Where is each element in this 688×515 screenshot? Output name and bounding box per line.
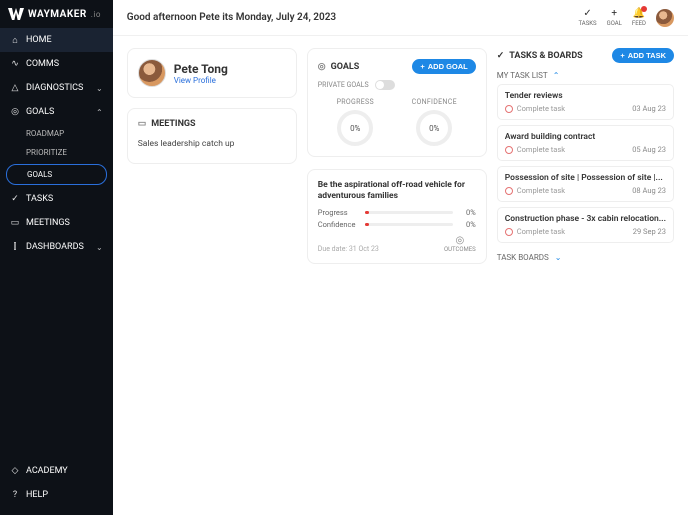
chevron-up-icon: ⌃: [96, 108, 103, 117]
topbar: Good afternoon Pete its Monday, July 24,…: [113, 0, 688, 36]
main: Good afternoon Pete its Monday, July 24,…: [113, 0, 688, 515]
status-dot-icon: [505, 146, 513, 154]
nav-academy[interactable]: ◇ACADEMY: [0, 459, 113, 483]
nav-tasks[interactable]: ✓TASKS: [0, 187, 113, 211]
check-circle-icon: ✓: [583, 8, 591, 19]
meetings-title: MEETINGS: [151, 119, 195, 129]
calendar-icon: ▭: [10, 218, 20, 228]
add-task-button[interactable]: +ADD TASK: [612, 48, 674, 63]
chevron-down-icon: ⌄: [96, 243, 103, 252]
check-icon: ✓: [10, 194, 20, 204]
nav-comms[interactable]: ∿COMMS: [0, 52, 113, 76]
task-item[interactable]: Award building contract Complete task05 …: [497, 125, 674, 161]
activity-icon: ∿: [10, 59, 20, 69]
private-goals-toggle[interactable]: [375, 80, 395, 90]
task-item[interactable]: Possession of site | Possession of site …: [497, 166, 674, 202]
nav-goals-goals[interactable]: GOALS: [6, 164, 107, 185]
meeting-item[interactable]: Sales leadership catch up: [138, 135, 286, 153]
top-tasks[interactable]: ✓TASKS: [578, 8, 596, 27]
outcomes-button[interactable]: ◎OUTCOMES: [444, 235, 476, 253]
confidence-gauge: 0%: [416, 110, 452, 146]
user-avatar[interactable]: [656, 9, 674, 27]
private-goals-label: PRIVATE GOALS: [318, 81, 369, 89]
target-icon: ◎: [456, 235, 465, 246]
plus-icon: +: [620, 51, 624, 60]
nav-meetings[interactable]: ▭MEETINGS: [0, 211, 113, 235]
add-goal-button[interactable]: +ADD GOAL: [412, 59, 475, 74]
brand-name: WAYMAKER: [28, 9, 87, 20]
goals-card: ◎GOALS +ADD GOAL PRIVATE GOALS PROGRESS …: [307, 48, 487, 157]
goal-title: Be the aspirational off-road vehicle for…: [318, 180, 476, 202]
target-icon: ◎: [10, 107, 20, 117]
my-task-list-toggle[interactable]: MY TASK LIST⌃: [497, 71, 674, 80]
nav-goals-prioritize[interactable]: PRIORITIZE: [0, 143, 113, 162]
confidence-bar: [365, 223, 453, 226]
view-profile-link[interactable]: View Profile: [174, 76, 228, 85]
nav-list: ⌂HOME ∿COMMS △DIAGNOSTICS⌄ ◎GOALS⌃ ROADM…: [0, 28, 113, 515]
nav-help[interactable]: ?HELP: [0, 483, 113, 507]
chart-icon: ⫿: [10, 242, 20, 252]
check-circle-icon: ✓: [497, 51, 505, 61]
goals-title: GOALS: [331, 62, 360, 72]
progress-bar: [365, 211, 453, 214]
goal-detail-card: Be the aspirational off-road vehicle for…: [307, 169, 487, 264]
brand-logo[interactable]: WAYMAKER .io: [0, 0, 113, 28]
confidence-label: CONFIDENCE: [412, 98, 457, 106]
nav-dashboards[interactable]: ⫿DASHBOARDS⌄: [0, 235, 113, 259]
help-icon: ?: [10, 490, 20, 500]
target-icon: ◎: [318, 62, 326, 72]
plus-icon: +: [420, 62, 424, 71]
brand-suffix: .io: [91, 10, 101, 19]
greeting-text: Good afternoon Pete its Monday, July 24,…: [127, 12, 336, 23]
calendar-icon: ▭: [138, 119, 147, 129]
nav-diagnostics[interactable]: △DIAGNOSTICS⌄: [0, 76, 113, 100]
chevron-up-icon: ⌃: [553, 71, 560, 80]
status-dot-icon: [505, 187, 513, 195]
status-dot-icon: [505, 228, 513, 236]
profile-card: Pete Tong View Profile: [127, 48, 297, 98]
top-goal[interactable]: +GOAL: [607, 8, 622, 27]
shield-icon: ◇: [10, 466, 20, 476]
task-item[interactable]: Construction phase - 3x cabin relocation…: [497, 207, 674, 243]
tasks-title: TASKS & BOARDS: [509, 51, 582, 61]
logo-icon: [8, 8, 24, 20]
profile-avatar: [138, 59, 166, 87]
progress-gauge: 0%: [337, 110, 373, 146]
meetings-card: ▭ MEETINGS Sales leadership catch up: [127, 108, 297, 164]
plus-icon: +: [611, 8, 617, 19]
nav-home[interactable]: ⌂HOME: [0, 28, 113, 52]
tasks-panel: ✓TASKS & BOARDS +ADD TASK MY TASK LIST⌃ …: [497, 48, 674, 262]
content: Pete Tong View Profile ▭ MEETINGS Sales l…: [113, 36, 688, 515]
bell-icon: 🔔: [633, 8, 645, 19]
warning-icon: △: [10, 83, 20, 93]
nav-goals[interactable]: ◎GOALS⌃: [0, 100, 113, 124]
status-dot-icon: [505, 105, 513, 113]
chevron-down-icon: ⌄: [555, 253, 562, 262]
task-boards-toggle[interactable]: TASK BOARDS⌄: [497, 253, 674, 262]
sidebar: WAYMAKER .io ⌂HOME ∿COMMS △DIAGNOSTICS⌄ ◎…: [0, 0, 113, 515]
chevron-down-icon: ⌄: [96, 84, 103, 93]
top-feed[interactable]: 🔔FEED: [632, 8, 646, 27]
top-actions: ✓TASKS +GOAL 🔔FEED: [578, 8, 674, 27]
profile-name: Pete Tong: [174, 62, 228, 76]
nav-goals-roadmap[interactable]: ROADMAP: [0, 124, 113, 143]
progress-label: PROGRESS: [337, 98, 374, 106]
due-date: Due date: 31 Oct 23: [318, 245, 379, 253]
home-icon: ⌂: [10, 35, 20, 45]
task-item[interactable]: Tender reviews Complete task03 Aug 23: [497, 84, 674, 120]
